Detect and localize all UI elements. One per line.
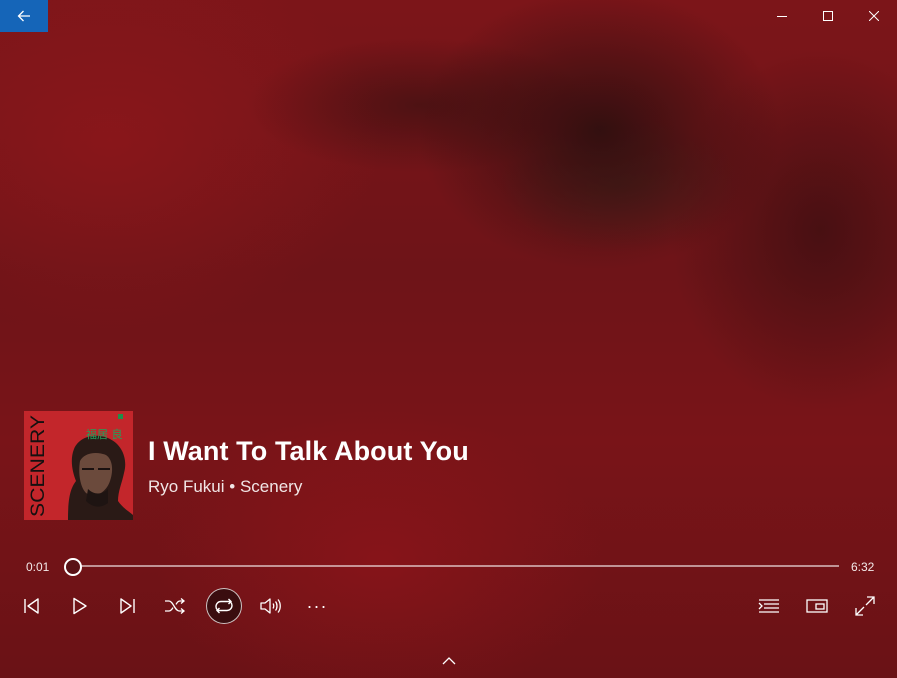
close-icon [869,11,879,21]
album-artist-jp: 福居 良 [86,427,123,441]
minimize-icon [777,11,787,21]
skip-next-icon [118,598,136,614]
repeat-button[interactable] [206,588,242,624]
shuffle-icon [164,598,186,614]
volume-icon [259,597,281,615]
mini-player-button[interactable] [801,590,833,622]
shuffle-button[interactable] [159,590,191,622]
maximize-icon [823,11,833,21]
artist-name[interactable]: Ryo Fukui [148,477,225,497]
play-button[interactable] [64,590,96,622]
play-icon [72,597,88,615]
minimize-button[interactable] [759,0,805,32]
seek-thumb[interactable] [64,558,83,576]
back-button[interactable] [0,0,48,32]
meta-separator: • [229,477,236,496]
now-playing-list-button[interactable] [753,590,785,622]
volume-button[interactable] [254,590,286,622]
previous-button[interactable] [16,590,48,622]
chevron-up-icon [442,657,456,665]
seek-bar[interactable] [70,565,839,567]
skip-previous-icon [23,598,41,614]
mini-player-icon [806,598,828,614]
album-cover-text: SCENERY [28,415,49,517]
repeat-icon [213,597,235,615]
song-meta: Ryo Fukui • Scenery [148,477,302,497]
playlist-icon [758,598,780,614]
song-title: I Want To Talk About You [148,436,469,466]
current-time: 0:01 [26,560,50,574]
album-name[interactable]: Scenery [240,477,302,497]
expand-button[interactable] [437,652,461,670]
full-screen-button[interactable] [849,590,881,622]
maximize-button[interactable] [805,0,851,32]
more-options-button[interactable]: ··· [301,590,333,622]
next-button[interactable] [111,590,143,622]
close-button[interactable] [851,0,897,32]
arrow-left-icon [17,10,31,22]
total-time: 6:32 [851,560,875,574]
full-screen-icon [855,596,875,616]
album-art[interactable]: SCENERY 福居 良 [24,411,133,520]
